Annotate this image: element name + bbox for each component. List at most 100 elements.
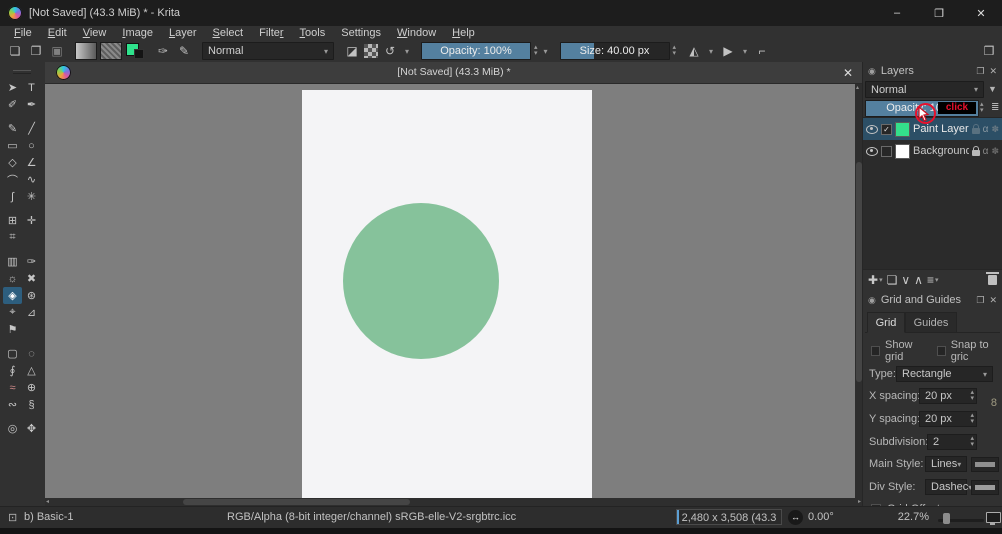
layer-lock-icon[interactable] (971, 145, 980, 156)
chevron-down-icon[interactable]: ▾ (706, 42, 716, 60)
freehand-brush-tool[interactable]: ✎ (3, 120, 22, 137)
layer-opacity-spinner[interactable]: ▴ ▾ (980, 101, 984, 114)
tab-guides[interactable]: Guides (905, 312, 957, 333)
reference-images-tool[interactable]: ⚑ (3, 321, 22, 338)
chevron-down-icon[interactable]: ▾ (740, 42, 750, 60)
chevron-down-icon[interactable]: ▾ (402, 42, 412, 60)
menu-tools[interactable]: Tools (292, 27, 334, 39)
contiguous-select-tool[interactable]: ⊕ (22, 379, 41, 396)
polygon-tool[interactable]: ◇ (3, 154, 22, 171)
x-spacing-spinbox[interactable]: 20 px ▴ ▾ (919, 388, 977, 404)
brush-preset-button[interactable]: ✑ (154, 42, 172, 60)
line-tool[interactable]: ╱ (22, 120, 41, 137)
delete-layer-button[interactable] (986, 271, 999, 288)
bezier-curve-tool[interactable]: ⌒ (3, 171, 22, 188)
magnetic-select-tool[interactable]: § (22, 396, 41, 413)
rect-select-tool[interactable]: ▢ (3, 345, 22, 362)
main-style-dropdown[interactable]: Lines ▾ (925, 456, 967, 472)
enclose-fill-tool[interactable]: ⊛ (22, 287, 41, 304)
fill-tool[interactable]: ◈ (3, 287, 22, 304)
image-dimensions[interactable]: 2,480 x 3,508 (43.3 MiB) (676, 509, 782, 534)
layer-blend-mode-dropdown[interactable]: Normal ▾ (865, 81, 984, 98)
move-layer-down-button[interactable]: ∨ (901, 272, 910, 288)
similar-select-tool[interactable]: ≈ (3, 379, 22, 396)
move-tool[interactable]: ✛ (22, 212, 41, 229)
colorize-mask-tool[interactable]: ☼ (3, 270, 22, 287)
save-button[interactable]: ▣ (48, 42, 66, 60)
preserve-alpha-button[interactable] (364, 44, 378, 58)
horizontal-scrollbar[interactable]: ◂ ▸ (45, 498, 862, 506)
ellipse-select-tool[interactable]: ◌ (22, 345, 41, 362)
freehand-path-tool[interactable]: ∿ (22, 171, 41, 188)
polyline-tool[interactable]: ∠ (22, 154, 41, 171)
foreground-background-colors[interactable] (125, 42, 145, 60)
blend-mode-dropdown[interactable]: Normal ▾ (202, 42, 334, 60)
brush-size-slider[interactable]: Size: 40.00 px (559, 42, 670, 60)
menu-filter[interactable]: Filter (251, 27, 291, 39)
restore-button[interactable]: ❐ (918, 0, 960, 26)
layer-filter-icon[interactable]: ▼ (985, 80, 1000, 97)
float-docker-icon[interactable]: ❐ (976, 66, 984, 77)
spin-down-icon[interactable]: ▾ (534, 50, 538, 57)
zoom-tool[interactable]: ◎ (3, 420, 22, 437)
select-shapes-tool[interactable]: ➤ (3, 79, 22, 96)
gradient-tool[interactable]: ▥ (3, 253, 22, 270)
div-style-dropdown[interactable]: Dashec ▾ (925, 479, 972, 495)
transform-tool[interactable]: ⊞ (3, 212, 22, 229)
zoom-slider-handle[interactable] (943, 513, 950, 524)
polygonal-select-tool[interactable]: △ (22, 362, 41, 379)
size-spinner[interactable]: ▴ ▾ (673, 44, 677, 57)
color-sampler-tool[interactable]: ✑ (22, 253, 41, 270)
close-button[interactable]: ✕ (960, 0, 1002, 26)
layer-checkbox[interactable] (881, 145, 892, 157)
ellipse-tool[interactable]: ○ (22, 137, 41, 154)
link-spacing-icon[interactable]: 8 (991, 397, 997, 409)
float-docker-icon[interactable]: ❐ (976, 295, 984, 306)
workspace-chooser-button[interactable]: ❒ (980, 42, 998, 60)
layer-thumbnail[interactable] (895, 121, 910, 137)
menu-file[interactable]: File (6, 27, 40, 39)
menu-image[interactable]: Image (114, 27, 161, 39)
assistants-tool[interactable]: ⌖ (3, 304, 22, 321)
eraser-mode-button[interactable]: ◪ (343, 42, 361, 60)
spin-down-icon[interactable]: ▾ (673, 50, 677, 57)
minimize-button[interactable]: – (876, 0, 918, 26)
opacity-spinner[interactable]: ▴ ▾ (534, 44, 538, 57)
pan-tool[interactable]: ✥ (22, 420, 41, 437)
edit-brush-settings-button[interactable]: ✎ (175, 42, 193, 60)
layer-checkbox[interactable]: ✓ (881, 123, 892, 135)
freehand-select-tool[interactable]: ∮ (3, 362, 22, 379)
layer-visibility-eye-icon[interactable] (866, 146, 878, 156)
smart-patch-tool[interactable]: ✖ (22, 270, 41, 287)
canvas-area[interactable] (45, 84, 855, 498)
menu-select[interactable]: Select (205, 27, 252, 39)
menu-help[interactable]: Help (444, 27, 483, 39)
mirror-vertical-button[interactable]: ▶ (719, 42, 737, 60)
opacity-slider[interactable]: Opacity: 100% (421, 42, 531, 60)
gradient-chooser-button[interactable] (75, 42, 97, 60)
menu-view[interactable]: View (75, 27, 115, 39)
show-grid-checkbox[interactable] (871, 346, 880, 356)
open-document-button[interactable]: ❐ (27, 42, 45, 60)
pattern-chooser-button[interactable] (100, 42, 122, 60)
layer-alpha-icon[interactable]: α (983, 146, 989, 157)
background-color-swatch[interactable] (134, 49, 144, 59)
new-document-button[interactable]: ❏ (6, 42, 24, 60)
text-tool[interactable]: T (22, 79, 41, 96)
document-close-icon[interactable]: ✕ (843, 66, 853, 80)
bezier-select-tool[interactable]: ∾ (3, 396, 22, 413)
layer-properties-icon[interactable]: ✽ (991, 146, 999, 157)
layer-properties-icon[interactable]: ✽ (991, 124, 999, 135)
move-layer-up-button[interactable]: ∧ (914, 272, 923, 288)
main-style-color-button[interactable] (971, 457, 999, 472)
spin-down-icon[interactable]: ▾ (980, 107, 984, 114)
close-docker-icon[interactable]: ✕ (989, 66, 997, 77)
y-spacing-spinbox[interactable]: 20 px ▴ ▾ (919, 411, 977, 427)
crop-tool[interactable]: ⌗ (3, 229, 22, 246)
calligraphy-tool[interactable]: ✒ (22, 96, 41, 113)
menu-layer[interactable]: Layer (161, 27, 205, 39)
layer-name[interactable]: Background (913, 145, 969, 157)
multibrush-tool[interactable]: ✳ (22, 188, 41, 205)
duplicate-layer-button[interactable]: ❏ (887, 272, 898, 288)
canvas-rotation-icon[interactable]: ↔ (788, 510, 803, 525)
